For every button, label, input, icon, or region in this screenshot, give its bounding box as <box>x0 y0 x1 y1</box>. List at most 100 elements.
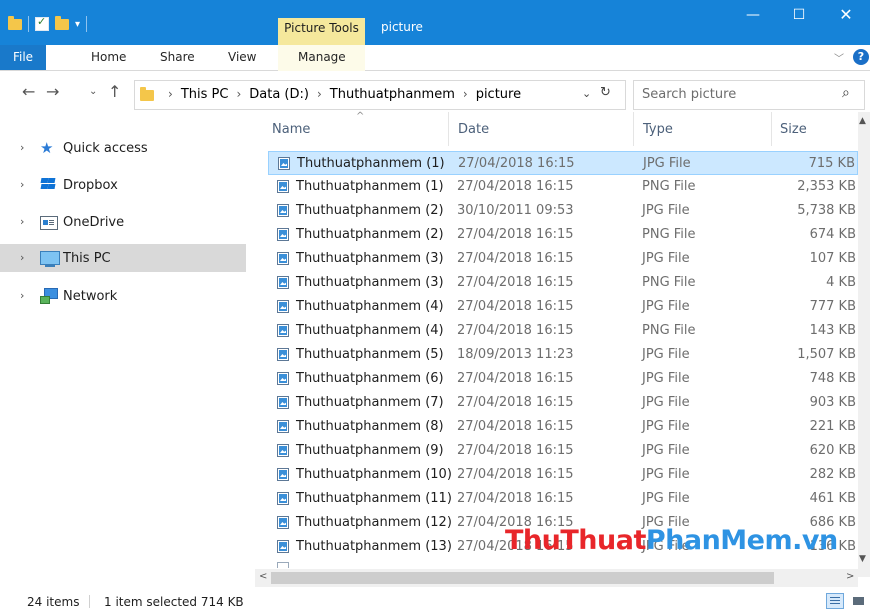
expand-chevron-icon[interactable]: › <box>20 289 24 302</box>
table-row[interactable]: Thuthuatphanmem (3) 27/04/2018 16:15 JPG… <box>268 247 858 271</box>
breadcrumb-separator[interactable]: › <box>463 87 468 101</box>
breadcrumb-thuthuatphanmem[interactable]: Thuthuatphanmem <box>330 87 455 102</box>
file-name: Thuthuatphanmem (9) <box>296 443 444 458</box>
expand-chevron-icon[interactable]: › <box>20 251 24 264</box>
computer-icon <box>40 250 60 267</box>
scroll-down-icon[interactable]: ▼ <box>859 554 866 564</box>
toolbar-divider <box>86 16 88 32</box>
file-name: Thuthuatphanmem (1) <box>297 156 445 171</box>
file-date: 27/04/2018 16:15 <box>457 323 574 338</box>
nav-item-dropbox[interactable]: › Dropbox <box>0 171 246 199</box>
tab-manage[interactable]: Manage <box>298 45 346 70</box>
file-name: Thuthuatphanmem (10) <box>296 467 452 482</box>
back-button[interactable]: ← <box>22 82 35 101</box>
table-row[interactable]: Thuthuatphanmem (5) 18/09/2013 11:23 JPG… <box>268 343 858 367</box>
column-header-size[interactable]: Size <box>780 122 807 137</box>
column-divider[interactable] <box>771 112 772 146</box>
file-name: Thuthuatphanmem (3) <box>296 251 444 266</box>
tab-view[interactable]: View <box>228 45 256 70</box>
nav-item-onedrive[interactable]: › OneDrive <box>0 208 246 236</box>
scroll-right-icon[interactable]: > <box>846 571 854 582</box>
sort-ascending-icon: ^ <box>356 111 365 122</box>
breadcrumb-this-pc[interactable]: This PC <box>181 87 229 102</box>
breadcrumb-separator[interactable]: › <box>317 87 322 101</box>
breadcrumb-picture[interactable]: picture <box>476 87 521 102</box>
file-name: Thuthuatphanmem (8) <box>296 419 444 434</box>
file-date: 18/09/2013 11:23 <box>457 347 574 362</box>
expand-ribbon-icon[interactable]: ﹀ <box>834 50 844 65</box>
file-date: 27/04/2018 16:15 <box>457 299 574 314</box>
file-type: JPG File <box>642 251 690 266</box>
large-icons-view-icon[interactable] <box>850 593 868 609</box>
nav-item-quick-access[interactable]: › ★ Quick access <box>0 134 246 162</box>
breadcrumb-data-drive[interactable]: Data (D:) <box>249 87 309 102</box>
file-date: 27/04/2018 16:15 <box>457 491 574 506</box>
toolbar-divider <box>28 16 29 32</box>
file-size: 5,738 KB <box>797 203 856 218</box>
recent-locations-button[interactable]: ⌄ <box>89 86 97 97</box>
help-icon[interactable]: ? <box>853 49 869 65</box>
table-row[interactable]: Thuthuatphanmem (7) 27/04/2018 16:15 JPG… <box>268 391 858 415</box>
breadcrumb-separator[interactable]: › <box>236 87 241 101</box>
table-row[interactable]: Thuthuatphanmem (8) 27/04/2018 16:15 JPG… <box>268 415 858 439</box>
table-row[interactable]: Thuthuatphanmem (1) 27/04/2018 16:15 JPG… <box>268 151 858 175</box>
address-history-dropdown[interactable]: ⌄ <box>582 87 591 100</box>
file-size: 715 KB <box>808 156 855 171</box>
expand-chevron-icon[interactable]: › <box>20 215 24 228</box>
file-size: 2,353 KB <box>797 179 856 194</box>
breadcrumb-separator[interactable]: › <box>168 87 173 101</box>
column-header-name[interactable]: Name <box>272 122 310 137</box>
properties-icon[interactable] <box>35 15 49 31</box>
image-file-icon <box>277 228 289 241</box>
column-divider[interactable] <box>448 112 449 146</box>
maximize-button[interactable]: ☐ <box>776 0 822 45</box>
table-row[interactable]: Thuthuatphanmem (1) 27/04/2018 16:15 PNG… <box>268 175 858 199</box>
scroll-left-icon[interactable]: < <box>259 571 267 582</box>
scrollbar-thumb[interactable] <box>271 572 774 584</box>
details-view-icon[interactable] <box>826 593 844 609</box>
forward-button[interactable]: → <box>46 82 59 101</box>
item-count: 24 items <box>27 595 80 609</box>
column-divider[interactable] <box>633 112 634 146</box>
file-name: Thuthuatphanmem (5) <box>296 347 444 362</box>
image-file-icon <box>277 540 289 553</box>
customize-toolbar-icon[interactable]: ▾ <box>75 19 80 30</box>
nav-item-this-pc[interactable]: › This PC <box>0 244 246 272</box>
file-size: 461 KB <box>809 491 856 506</box>
up-button[interactable]: ↑ <box>108 82 121 101</box>
file-type: JPG File <box>642 347 690 362</box>
tab-share[interactable]: Share <box>160 45 195 70</box>
scroll-up-icon[interactable]: ▲ <box>859 116 866 126</box>
minimize-button[interactable]: — <box>730 0 776 45</box>
folder-icon[interactable] <box>8 15 22 30</box>
table-row[interactable]: Thuthuatphanmem (9) 27/04/2018 16:15 JPG… <box>268 439 858 463</box>
table-row[interactable]: Thuthuatphanmem (4) 27/04/2018 16:15 PNG… <box>268 319 858 343</box>
refresh-button[interactable]: ↻ <box>600 85 611 100</box>
tab-file[interactable]: File <box>0 45 46 70</box>
file-type: JPG File <box>642 371 690 386</box>
file-name: Thuthuatphanmem (2) <box>296 227 444 242</box>
expand-chevron-icon[interactable]: › <box>20 141 24 154</box>
file-name: Thuthuatphanmem (12) <box>296 515 452 530</box>
new-folder-icon[interactable] <box>55 15 69 30</box>
nav-item-label: Dropbox <box>63 178 118 193</box>
table-row[interactable]: Thuthuatphanmem (11) 27/04/2018 16:15 JP… <box>268 487 858 511</box>
expand-chevron-icon[interactable]: › <box>20 178 24 191</box>
table-row[interactable]: Thuthuatphanmem (6) 27/04/2018 16:15 JPG… <box>268 367 858 391</box>
table-row[interactable]: Thuthuatphanmem (4) 27/04/2018 16:15 JPG… <box>268 295 858 319</box>
tab-home[interactable]: Home <box>91 45 126 70</box>
table-row[interactable]: Thuthuatphanmem (2) 30/10/2011 09:53 JPG… <box>268 199 858 223</box>
table-row[interactable]: Thuthuatphanmem (2) 27/04/2018 16:15 PNG… <box>268 223 858 247</box>
column-header-date[interactable]: Date <box>458 122 489 137</box>
file-type: PNG File <box>642 227 696 242</box>
search-icon[interactable]: ⌕ <box>842 85 850 101</box>
image-file-icon <box>277 252 289 265</box>
column-header-type[interactable]: Type <box>643 122 673 137</box>
table-row[interactable]: Thuthuatphanmem (10) 27/04/2018 16:15 JP… <box>268 463 858 487</box>
image-file-icon <box>277 420 289 433</box>
nav-item-network[interactable]: › Network <box>0 282 246 310</box>
close-button[interactable]: ✕ <box>822 0 870 45</box>
vertical-scrollbar[interactable] <box>858 112 870 577</box>
table-row[interactable]: Thuthuatphanmem (3) 27/04/2018 16:15 PNG… <box>268 271 858 295</box>
dropbox-icon <box>40 177 58 193</box>
